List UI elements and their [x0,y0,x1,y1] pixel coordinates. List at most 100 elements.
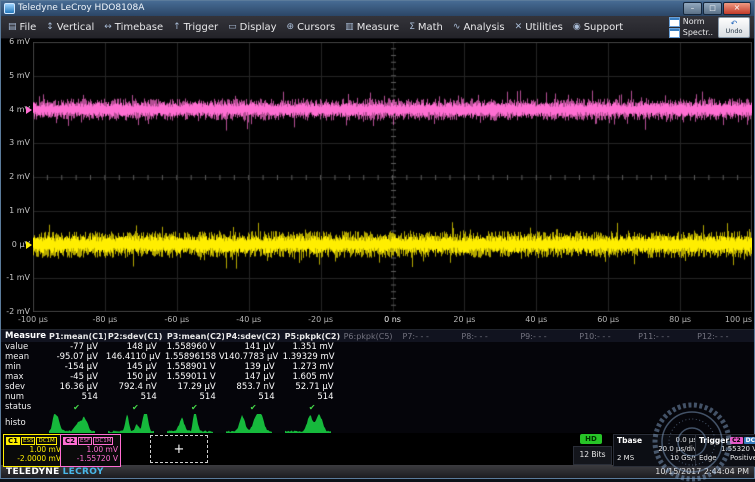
menu-item-label: Cursors [297,22,335,33]
maximize-button[interactable]: □ [703,2,722,15]
menu-item-cursors[interactable]: ⊕Cursors [282,16,341,38]
y-axis-label: 1 mV [1,206,30,215]
measure-column-header[interactable]: P2:sdev(C1) [106,332,165,341]
measure-column-header[interactable]: P9:- - - [518,332,577,341]
histogram-icon [285,413,331,433]
measure-status: ✔ [224,403,283,412]
measure-column-header[interactable]: P4:sdev(C2) [224,332,283,341]
x-axis-label: 40 µs [525,315,547,324]
measure-value: 1.351 mV [283,342,342,352]
cursors-icon: ⊕ [287,22,295,32]
descriptor-bar: C1ESSDC1M1.00 mV-2.0000 mVC2ESFDC1M1.00 … [1,433,754,465]
x-axis-label: 20 µs [453,315,475,324]
measure-value: 147 µV [224,372,283,382]
measure-value: 1.55896158 V [165,352,224,362]
undo-button[interactable]: ↶ Undo [718,17,750,38]
channel-descriptor-c1[interactable]: C1ESSDC1M1.00 mV-2.0000 mV [3,434,64,467]
menu-item-display[interactable]: ▭Display [223,16,281,38]
channel-offset: -2.0000 mV [6,454,61,463]
measure-value: 1.558901 V [165,362,224,372]
waveform-display[interactable]: 6 mV5 mV4 mV3 mV2 mV1 mV0 µV-1 mV-2 mV -… [1,39,754,329]
measure-row-label: status [1,402,47,412]
trigger-descriptor[interactable]: Trigger C2 DC 1.55320 V Edge Positive [695,434,755,467]
menu-item-trigger[interactable]: ↑Trigger [168,16,223,38]
drag-position-box[interactable]: + [150,435,208,463]
x-axis-label: 100 µs [725,315,752,324]
vertical-icon: ↕ [46,22,54,32]
menu-item-label: Vertical [57,22,94,33]
math-icon: Σ [409,22,415,32]
measure-column-header[interactable]: P11:- - - [636,332,695,341]
measure-value: 52.71 µV [283,382,342,392]
y-axis-label: 2 mV [1,172,30,181]
menu-item-label: Analysis [463,22,504,33]
measure-value: 17.29 µV [165,382,224,392]
acquisition-mode-spectrum[interactable]: Spectr.. [669,28,713,38]
menu-item-support[interactable]: ◉Support [568,16,628,38]
measure-status: ✔ [283,403,342,412]
measure-column-header[interactable]: P7:- - - [401,332,460,341]
measure-column-header[interactable]: P3:mean(C2) [165,332,224,341]
measure-value: 853.7 nV [224,382,283,392]
sample-count: 2 MS [617,454,634,463]
measure-value: -77 µV [47,342,106,352]
measure-histogram [283,412,342,433]
menu-item-file[interactable]: ▤File [3,16,41,38]
acquisition-mode-norm[interactable]: Norm [669,17,713,27]
measure-value: 145 µV [106,362,165,372]
measure-histogram [518,412,577,433]
measure-value: 514 [106,392,165,402]
measure-row-label: min [1,362,47,372]
measure-status: ✔ [47,403,106,412]
norm-label: Norm [683,17,705,26]
measure-value: 514 [283,392,342,402]
brand-teledyne: TELEDYNE [6,467,60,477]
measure-column-header[interactable]: P10:- - - [577,332,636,341]
measure-value: -154 µV [47,362,106,372]
support-icon: ◉ [573,22,581,32]
menu-item-analysis[interactable]: ∿Analysis [448,16,510,38]
minimize-button[interactable]: – [683,2,702,15]
menu-item-utilities[interactable]: ✕Utilities [510,16,568,38]
menu-item-vertical[interactable]: ↕Vertical [41,16,99,38]
menu-item-label: Measure [357,22,400,33]
timebase-label: Tbase [617,436,642,445]
menu-item-label: File [20,22,37,33]
menu-bar: ▤File↕Vertical↔Timebase↑Trigger▭Display⊕… [1,16,754,39]
measure-histogram [342,412,401,433]
measure-value: 792.4 nV [106,382,165,392]
measure-value: 150 µV [106,372,165,382]
menu-item-label: Timebase [115,22,163,33]
measure-column-header[interactable]: P5:pkpk(C2) [283,332,342,341]
measure-title: Measure [1,331,47,341]
menu-item-label: Trigger [184,22,219,33]
menu-item-measure[interactable]: ▥Measure [340,16,404,38]
trigger-coupling-chip: DC [744,437,755,444]
measure-icon: ▥ [345,22,354,32]
measure-value: 16.36 µV [47,382,106,392]
measure-value: 1.273 mV [283,362,342,372]
spectrum-label: Spectr.. [683,28,713,37]
menu-item-timebase[interactable]: ↔Timebase [99,16,168,38]
histogram-icon [108,413,154,433]
measure-column-header[interactable]: P1:mean(C1) [47,332,106,341]
measure-column-header[interactable]: P6:pkpk(C5) [342,332,401,341]
measure-column-header[interactable]: P8:- - - [459,332,518,341]
close-button[interactable]: × [723,2,751,15]
y-axis-label: 3 mV [1,138,30,147]
menu-item-label: Support [584,22,624,33]
analysis-icon: ∿ [453,22,461,32]
channel-mode-badge: DC1M [93,437,113,445]
measure-value: 1.559011 V [165,372,224,382]
channel-id-badge: C2 [63,437,77,445]
menu-item-math[interactable]: ΣMath [404,16,448,38]
timebase-descriptor[interactable]: Tbase 0.0 µs 20.0 µs/div 2 MS 10 GS/s [613,434,701,467]
x-axis-label: -100 µs [18,315,48,324]
resolution-box[interactable]: 12 Bits [573,446,612,465]
measure-histogram [401,412,460,433]
timebase-icon: ↔ [104,22,112,32]
trigger-level: 1.55320 V [721,445,755,454]
channel-descriptor-c2[interactable]: C2ESFDC1M1.00 mV-1.55720 V [60,434,121,467]
measure-column-header[interactable]: P12:- - - [695,332,754,341]
menu-item-label: Math [418,22,443,33]
